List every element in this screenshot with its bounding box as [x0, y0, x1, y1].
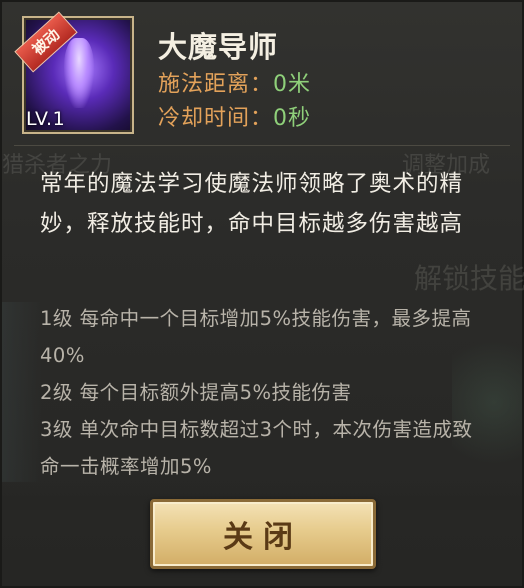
sorceress-portrait-icon: 被动 LV.1: [14, 11, 134, 134]
close-button-label: 关闭: [223, 520, 303, 555]
cast-range-value: 0米: [273, 72, 312, 97]
close-button[interactable]: 关闭: [150, 499, 376, 569]
skill-name: 大魔导师: [158, 30, 279, 64]
cooldown-label: 冷却时间：: [158, 106, 274, 131]
cooldown-row: 冷却时间：0秒: [158, 100, 311, 132]
background-text-unlock: 解锁技能: [414, 262, 524, 295]
skill-tooltip-panel: 猎杀者之力 调整加成 解锁技能 被动 LV.1 大魔导师 施法距离：0米 冷却时…: [0, 0, 524, 588]
level-effect-1: 1级 每命中一个目标增加5%技能伤害，最多提高40%: [40, 307, 472, 367]
cast-range-row: 施法距离：0米: [158, 66, 311, 98]
level-effect-3: 3级 单次命中目标数超过3个时，本次伤害造成致命一击概率增加5%: [40, 418, 473, 478]
skill-description: 常年的魔法学习使魔法师领略了奥术的精妙，释放技能时，命中目标越多伤害越高: [40, 171, 464, 237]
cast-range-label: 施法距离：: [158, 72, 274, 97]
skill-level-badge: LV.1: [26, 108, 66, 130]
cooldown-value: 0秒: [273, 106, 312, 131]
skill-figure: [64, 38, 94, 108]
header-divider: [14, 145, 510, 146]
level-effect-2: 2级 每个目标额外提高5%技能伤害: [40, 381, 352, 404]
background-left-panel: [2, 302, 42, 482]
level-effects-list: 1级 每命中一个目标增加5%技能伤害，最多提高40% 2级 每个目标额外提高5%…: [40, 300, 488, 485]
